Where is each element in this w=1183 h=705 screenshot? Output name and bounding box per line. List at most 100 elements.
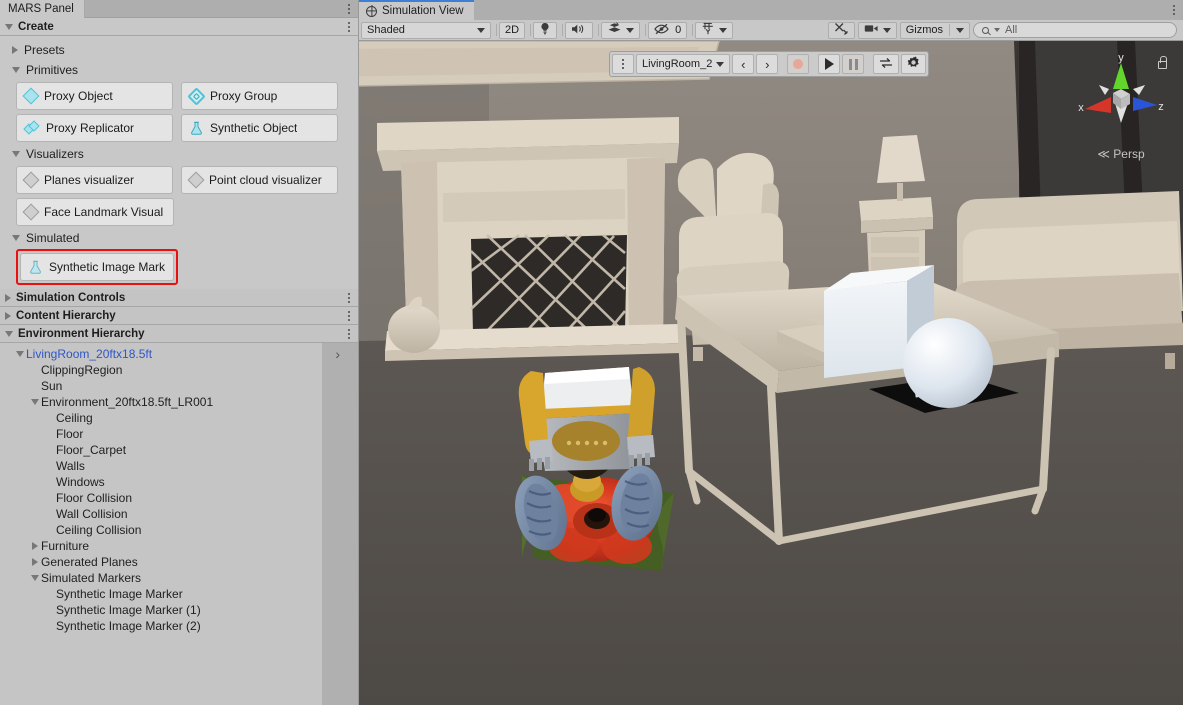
scene-orientation-gizmo[interactable]: y x z ≪ — [1073, 53, 1169, 163]
settings-button[interactable] — [901, 54, 926, 74]
hierarchy-node[interactable]: Synthetic Image Marker (1) — [0, 602, 322, 618]
scene-audio-button[interactable] — [565, 22, 593, 39]
primitives-row-2: Proxy Replicator Synthetic Object — [0, 112, 358, 144]
projection-mode[interactable]: ≪ Persp — [1073, 147, 1169, 161]
hierarchy-node[interactable]: Floor_Carpet — [0, 442, 322, 458]
create-face-landmark-visual-button[interactable]: Face Landmark Visual — [16, 198, 174, 226]
hierarchy-node-label: Wall Collision — [56, 507, 128, 521]
mars-panel-menu-icon[interactable] — [344, 0, 358, 17]
section-header-create[interactable]: Create — [0, 18, 358, 36]
playbar-gap — [780, 54, 785, 74]
create-proxy-object-label: Proxy Object — [44, 89, 113, 103]
tab-mars-panel[interactable]: MARS Panel — [0, 0, 85, 18]
play-button[interactable] — [818, 54, 840, 74]
toggle-2d-button[interactable]: 2D — [499, 22, 525, 39]
create-proxy-object-button[interactable]: Proxy Object — [16, 82, 173, 110]
group-visualizers[interactable]: Visualizers — [0, 144, 358, 164]
simulated-row-1: Synthetic Image Mark‹ — [0, 248, 358, 287]
hierarchy-node[interactable]: Wall Collision — [0, 506, 322, 522]
diamond-gray-icon — [23, 204, 40, 221]
tab-simulation-view[interactable]: Simulation View — [359, 0, 474, 20]
pause-button[interactable] — [842, 54, 864, 74]
create-planes-visualizer-label: Planes visualizer — [44, 173, 134, 187]
toolbar-divider — [530, 24, 531, 36]
create-point-cloud-visualizer-button[interactable]: Point cloud visualizer — [181, 166, 338, 194]
hierarchy-node[interactable]: Walls — [0, 458, 322, 474]
diamond-icon — [23, 88, 40, 105]
hierarchy-node[interactable]: Windows — [0, 474, 322, 490]
hierarchy-node[interactable]: Floor — [0, 426, 322, 442]
hierarchy-scroll-strip[interactable] — [321, 343, 358, 705]
scene-lighting-button[interactable] — [533, 22, 557, 39]
hierarchy-node[interactable]: LivingRoom_20ftx18.5ft — [0, 346, 322, 362]
loop-button[interactable] — [873, 54, 899, 74]
playback-menu-button[interactable] — [612, 54, 634, 74]
section-header-simulation-controls[interactable]: Simulation Controls — [0, 289, 358, 307]
chevron-down-icon[interactable] — [14, 351, 26, 357]
create-synthetic-image-marker-button[interactable]: Synthetic Image Mark‹ — [20, 253, 174, 281]
hierarchy-node[interactable]: ClippingRegion — [0, 362, 322, 378]
grid-visibility-dropdown[interactable] — [695, 22, 733, 39]
group-simulated-label: Simulated — [26, 231, 79, 245]
record-icon — [793, 59, 803, 69]
hierarchy-node[interactable]: Generated Planes — [0, 554, 322, 570]
hierarchy-node[interactable]: Sun — [0, 378, 322, 394]
mars-panel: MARS Panel Create Presets Primitives — [0, 0, 359, 705]
chevron-down-icon — [477, 28, 485, 33]
section-create-menu-icon[interactable] — [344, 22, 358, 32]
group-presets[interactable]: Presets — [0, 40, 358, 60]
chevron-down-icon[interactable] — [29, 399, 41, 405]
tab-mars-panel-label: MARS Panel — [8, 3, 74, 15]
section-header-content-hierarchy[interactable]: Content Hierarchy — [0, 307, 358, 325]
scene-camera-dropdown[interactable] — [858, 22, 897, 39]
hierarchy-node-label: Synthetic Image Marker (1) — [56, 603, 201, 617]
environment-dropdown[interactable]: LivingRoom_2 — [636, 54, 730, 74]
hierarchy-node[interactable]: Ceiling Collision — [0, 522, 322, 538]
chevron-down-icon[interactable] — [29, 575, 41, 581]
hierarchy-node[interactable]: Floor Collision — [0, 490, 322, 506]
group-simulated[interactable]: Simulated — [0, 228, 358, 248]
scene-viewport[interactable]: LivingRoom_2 ‹ › — [359, 41, 1183, 705]
hierarchy-node[interactable]: Synthetic Image Marker — [0, 586, 322, 602]
simulation-playback-controls: LivingRoom_2 ‹ › — [609, 51, 929, 77]
create-face-landmark-visual-label: Face Landmark Visual — [44, 205, 163, 219]
hierarchy-node[interactable]: Simulated Markers — [0, 570, 322, 586]
chevron-down-icon — [12, 67, 20, 73]
environment-next-button[interactable]: › — [756, 54, 778, 74]
create-planes-visualizer-button[interactable]: Planes visualizer — [16, 166, 173, 194]
hidden-objects-button[interactable]: 0 — [648, 22, 687, 39]
create-synthetic-object-button[interactable]: Synthetic Object — [181, 114, 338, 142]
scene-tools-button[interactable] — [828, 22, 855, 39]
section-environment-hierarchy-menu-icon[interactable] — [344, 329, 358, 339]
chevron-down-icon — [5, 331, 13, 337]
record-button[interactable] — [787, 54, 809, 74]
hierarchy-node-label: Floor_Carpet — [56, 443, 126, 457]
scene-search-box[interactable]: All — [973, 22, 1177, 38]
environment-prev-button[interactable]: ‹ — [732, 54, 754, 74]
section-simulation-controls-menu-icon[interactable] — [344, 293, 358, 303]
chevron-left-icon: ‹ — [741, 58, 745, 71]
create-proxy-group-button[interactable]: Proxy Group — [181, 82, 338, 110]
lock-icon[interactable] — [1158, 61, 1167, 69]
draw-mode-dropdown[interactable]: Shaded — [361, 22, 491, 39]
section-header-environment-hierarchy[interactable]: Environment Hierarchy — [0, 325, 358, 343]
group-primitives[interactable]: Primitives — [0, 60, 358, 80]
hierarchy-expand-chevron-icon[interactable]: › — [335, 347, 340, 361]
chevron-right-icon[interactable] — [29, 542, 41, 550]
projection-label: Persp — [1113, 147, 1144, 161]
hierarchy-node[interactable]: Environment_20ftx18.5ft_LR001 — [0, 394, 322, 410]
unity-editor-window: MARS Panel Create Presets Primitives — [0, 0, 1183, 705]
hierarchy-node[interactable]: Ceiling — [0, 410, 322, 426]
axis-y-label: y — [1118, 53, 1124, 64]
hierarchy-node[interactable]: Furniture — [0, 538, 322, 554]
chevron-right-icon[interactable] — [29, 558, 41, 566]
toolbar-divider — [949, 24, 950, 36]
simulation-view-menu-icon[interactable] — [1169, 5, 1183, 15]
create-proxy-replicator-button[interactable]: Proxy Replicator — [16, 114, 173, 142]
gizmos-dropdown[interactable]: Gizmos — [900, 22, 970, 39]
group-visualizers-label: Visualizers — [26, 147, 84, 161]
hierarchy-node[interactable]: Synthetic Image Marker (2) — [0, 618, 322, 634]
section-content-hierarchy-menu-icon[interactable] — [344, 311, 358, 321]
replicator-icon — [25, 122, 39, 135]
scene-fx-dropdown[interactable] — [601, 22, 640, 39]
